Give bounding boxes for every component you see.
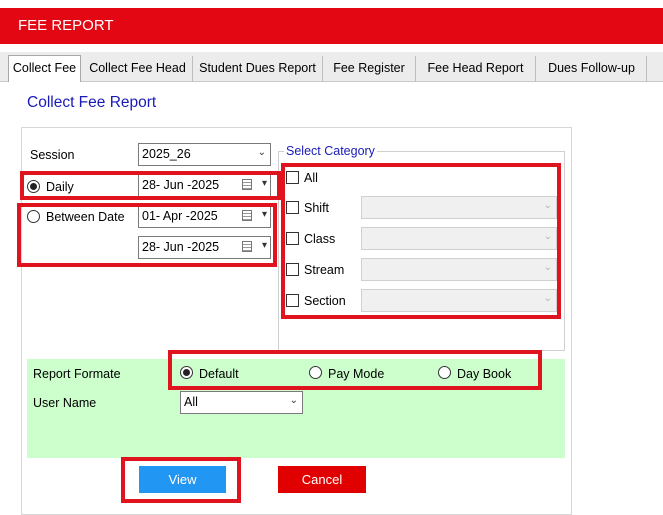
tab-collect-fee[interactable]: Collect Fee <box>8 55 81 83</box>
session-label: Session <box>30 148 75 162</box>
pay-mode-label: Pay Mode <box>328 367 385 381</box>
between-date-radio[interactable] <box>27 210 40 223</box>
chevron-down-icon: ⌄ <box>543 262 552 273</box>
chevron-down-icon: ⌄ <box>257 147 266 158</box>
chevron-down-icon: ⌄ <box>543 231 552 242</box>
category-legend: Select Category <box>284 144 377 158</box>
calendar-icon <box>242 210 252 221</box>
chevron-down-icon: ⌄ <box>289 395 298 406</box>
default-label: Default <box>199 367 239 381</box>
class-checkbox[interactable] <box>286 232 299 245</box>
chevron-down-icon: ▾ <box>261 178 267 189</box>
to-date-value: 28- Jun -2025 <box>142 240 220 254</box>
shift-select[interactable]: ⌄ <box>361 196 557 219</box>
chevron-down-icon: ⌄ <box>543 293 552 304</box>
stream-label: Stream <box>304 263 345 277</box>
tab-strip: Collect Fee Collect Fee Head Student Due… <box>0 52 663 83</box>
day-book-radio[interactable] <box>438 366 451 379</box>
user-name-select[interactable]: All ⌄ <box>180 391 303 414</box>
tab-fee-head-report[interactable]: Fee Head Report <box>416 56 536 82</box>
tab-collect-fee-head[interactable]: Collect Fee Head <box>83 56 193 82</box>
section-select[interactable]: ⌄ <box>361 289 557 312</box>
daily-date-picker[interactable]: 28- Jun -2025 ▾ <box>138 174 271 197</box>
from-date-picker[interactable]: 01- Apr -2025 ▾ <box>138 205 271 228</box>
session-value: 2025_26 <box>142 147 191 161</box>
from-date-value: 01- Apr -2025 <box>142 209 218 223</box>
window-title: FEE REPORT <box>0 8 663 44</box>
view-button[interactable]: View <box>139 466 226 493</box>
class-label: Class <box>304 232 336 246</box>
session-select[interactable]: 2025_26 ⌄ <box>138 143 271 166</box>
category-groupbox <box>278 151 565 351</box>
user-name-value: All <box>184 395 198 409</box>
daily-radio[interactable] <box>27 180 40 193</box>
stream-checkbox[interactable] <box>286 263 299 276</box>
tab-fee-register[interactable]: Fee Register <box>323 56 416 82</box>
calendar-icon <box>242 241 252 252</box>
chevron-down-icon: ▾ <box>261 240 267 251</box>
to-date-picker[interactable]: 28- Jun -2025 ▾ <box>138 236 271 259</box>
class-select[interactable]: ⌄ <box>361 227 557 250</box>
page-title: Collect Fee Report <box>27 94 157 111</box>
section-checkbox[interactable] <box>286 294 299 307</box>
stream-select[interactable]: ⌄ <box>361 258 557 281</box>
chevron-down-icon: ⌄ <box>543 200 552 211</box>
daily-label: Daily <box>46 180 74 194</box>
pay-mode-radio[interactable] <box>309 366 322 379</box>
default-radio[interactable] <box>180 366 193 379</box>
tab-dues-follow-up[interactable]: Dues Follow-up <box>537 56 647 82</box>
user-name-label: User Name <box>33 396 97 410</box>
day-book-label: Day Book <box>457 367 512 381</box>
between-date-label: Between Date <box>46 210 125 224</box>
calendar-icon <box>242 179 252 190</box>
section-label: Section <box>304 294 346 308</box>
shift-checkbox[interactable] <box>286 201 299 214</box>
tab-student-dues-report[interactable]: Student Dues Report <box>193 56 323 82</box>
chevron-down-icon: ▾ <box>261 209 267 220</box>
all-checkbox[interactable] <box>286 171 299 184</box>
cancel-button[interactable]: Cancel <box>278 466 366 493</box>
all-label: All <box>304 171 318 185</box>
daily-date-value: 28- Jun -2025 <box>142 178 220 192</box>
report-format-label: Report Formate <box>33 367 121 381</box>
shift-label: Shift <box>304 201 330 215</box>
